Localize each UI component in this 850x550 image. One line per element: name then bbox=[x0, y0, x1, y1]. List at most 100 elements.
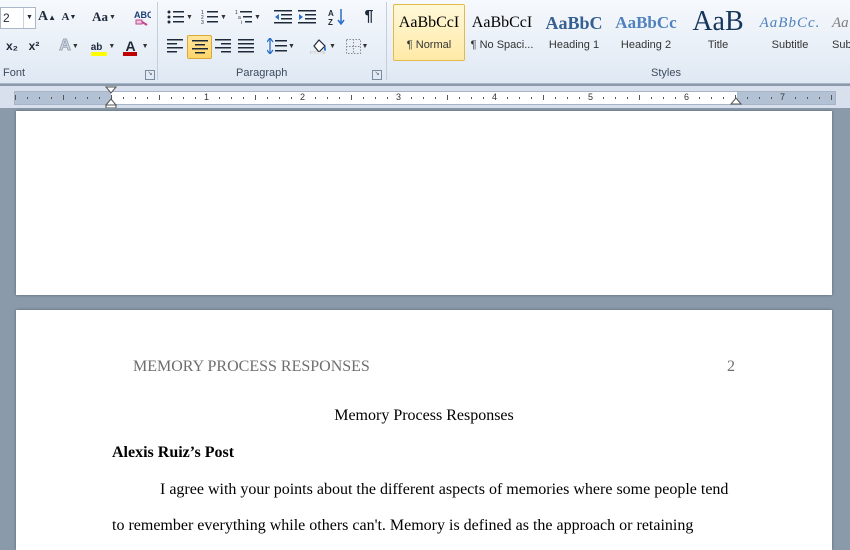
align-right-button[interactable] bbox=[212, 36, 234, 56]
ruler-tick bbox=[123, 97, 124, 99]
subscript-button[interactable]: x₂ bbox=[2, 36, 22, 56]
ruler-tick bbox=[423, 97, 424, 99]
justify-button[interactable] bbox=[235, 36, 257, 56]
style-title[interactable]: AaB Title bbox=[682, 4, 754, 61]
ruler-tick bbox=[243, 97, 244, 99]
font-color-bar bbox=[123, 52, 138, 56]
page-number: 2 bbox=[727, 358, 735, 375]
document-title: Memory Process Responses bbox=[334, 407, 514, 424]
line-spacing-button[interactable]: ▼ bbox=[266, 36, 296, 56]
ruler-tick bbox=[819, 97, 820, 99]
clear-formatting-button[interactable]: ABC bbox=[132, 7, 152, 27]
ruler-tick bbox=[567, 97, 568, 99]
ruler-tick bbox=[315, 97, 316, 99]
shading-button[interactable]: ▼ bbox=[308, 36, 338, 56]
ruler-tick bbox=[519, 97, 520, 99]
ruler-tick bbox=[627, 97, 628, 99]
ruler-tick bbox=[27, 97, 28, 99]
document-page-1[interactable] bbox=[16, 111, 832, 295]
ruler-tick bbox=[411, 97, 412, 99]
document-page-2[interactable]: MEMORY PROCESS RESPONSES 2 Memory Proces… bbox=[16, 310, 832, 550]
paragraph-dialog-launcher[interactable]: ↘ bbox=[372, 70, 382, 80]
style-sample: AaBbCcI bbox=[471, 14, 533, 31]
ruler-tick bbox=[363, 97, 364, 99]
grow-font-button[interactable]: A ▲ bbox=[38, 7, 56, 27]
increase-indent-button[interactable] bbox=[296, 7, 318, 27]
first-line-indent-marker[interactable] bbox=[105, 86, 117, 108]
ruler-tick bbox=[219, 97, 220, 99]
multilevel-list-button[interactable]: 1 a i ▼ bbox=[234, 7, 262, 27]
align-left-button[interactable] bbox=[164, 36, 186, 56]
horizontal-ruler[interactable]: 1 2 3 4 5 6 7 bbox=[0, 86, 850, 108]
ruler-tick bbox=[807, 97, 808, 99]
ruler-tick bbox=[351, 95, 352, 100]
ruler-tick bbox=[183, 97, 184, 99]
font-size-dropdown-icon[interactable]: ▼ bbox=[23, 8, 35, 28]
style-name: ¶ No Spaci... bbox=[470, 39, 534, 51]
ruler-tick bbox=[375, 97, 376, 99]
paragraph-group-label: Paragraph bbox=[236, 67, 288, 79]
multilevel-list-icon: 1ai bbox=[235, 10, 253, 25]
change-case-button[interactable]: Aa ▼ bbox=[90, 7, 118, 27]
svg-text:3: 3 bbox=[201, 20, 204, 25]
font-size-box[interactable]: 2 ▼ bbox=[0, 7, 36, 29]
sort-button[interactable]: AZ bbox=[326, 7, 348, 27]
ruler-tick bbox=[603, 97, 604, 99]
ruler-tick bbox=[675, 97, 676, 99]
ruler-number: 3 bbox=[396, 92, 402, 102]
align-center-button[interactable] bbox=[187, 35, 212, 59]
body-paragraph-line: I agree with your points about the diffe… bbox=[160, 481, 729, 498]
ruler-tick bbox=[699, 97, 700, 99]
font-color-button[interactable]: A ▼ bbox=[122, 36, 152, 56]
ruler-tick bbox=[579, 97, 580, 99]
style-subtle-emphasis[interactable]: Aa Sub bbox=[826, 4, 850, 61]
style-no-spacing[interactable]: AaBbCcI ¶ No Spaci... bbox=[466, 4, 538, 61]
ruler-number: 4 bbox=[492, 92, 498, 102]
ruler-number: 5 bbox=[588, 92, 594, 102]
ruler-tick bbox=[759, 97, 760, 99]
style-sample: AaB bbox=[692, 9, 744, 37]
ruler-tick bbox=[615, 97, 616, 99]
decrease-indent-button[interactable] bbox=[272, 7, 294, 27]
style-subtitle[interactable]: AaBbCc. Subtitle bbox=[754, 4, 826, 61]
ruler-tick bbox=[339, 97, 340, 99]
text-highlight-button[interactable]: ab ▼ bbox=[88, 36, 118, 56]
ruler-tick bbox=[75, 97, 76, 99]
borders-button[interactable]: ▼ bbox=[342, 36, 372, 56]
section-heading: Alexis Ruiz’s Post bbox=[112, 444, 235, 461]
style-name: ¶ Normal bbox=[406, 39, 452, 51]
ruler-tick bbox=[195, 97, 196, 99]
highlight-color-bar bbox=[90, 52, 107, 56]
right-indent-marker[interactable] bbox=[730, 95, 742, 105]
svg-text:ABC: ABC bbox=[134, 10, 151, 20]
text-effects-button[interactable]: A ▼ bbox=[56, 36, 82, 56]
style-heading-2[interactable]: AaBbCc Heading 2 bbox=[610, 4, 682, 61]
numbering-button[interactable]: 1 2 3 ▼ bbox=[200, 7, 228, 27]
style-normal[interactable]: AaBbCcI ¶ Normal bbox=[393, 4, 465, 61]
bullets-button[interactable]: ▼ bbox=[166, 7, 194, 27]
bullets-icon bbox=[167, 10, 185, 24]
ruler-tick bbox=[483, 97, 484, 99]
ruler-tick bbox=[531, 97, 532, 99]
font-dialog-launcher[interactable]: ↘ bbox=[145, 70, 155, 80]
shrink-font-button[interactable]: A ▼ bbox=[60, 7, 78, 27]
running-head: MEMORY PROCESS RESPONSES bbox=[133, 358, 370, 375]
show-formatting-marks-button[interactable]: ¶ bbox=[358, 7, 380, 27]
style-heading-1[interactable]: AaBbC Heading 1 bbox=[538, 4, 610, 61]
ruler-number: 6 bbox=[684, 92, 690, 102]
align-left-icon bbox=[167, 39, 183, 53]
ruler-tick bbox=[387, 97, 388, 99]
ruler-tick bbox=[279, 97, 280, 99]
ruler-tick bbox=[459, 97, 460, 99]
style-name: Subtitle bbox=[771, 39, 809, 51]
numbering-icon: 123 bbox=[201, 10, 219, 25]
superscript-icon: x² bbox=[28, 39, 40, 53]
align-center-icon bbox=[191, 40, 208, 54]
align-right-icon bbox=[215, 39, 231, 53]
grow-font-icon: A bbox=[37, 9, 49, 24]
ruler-tick bbox=[291, 97, 292, 99]
superscript-button[interactable]: x² bbox=[24, 36, 44, 56]
ruler-right-margin bbox=[737, 92, 835, 104]
ruler-tick bbox=[15, 95, 16, 100]
ruler-tick bbox=[795, 97, 796, 99]
